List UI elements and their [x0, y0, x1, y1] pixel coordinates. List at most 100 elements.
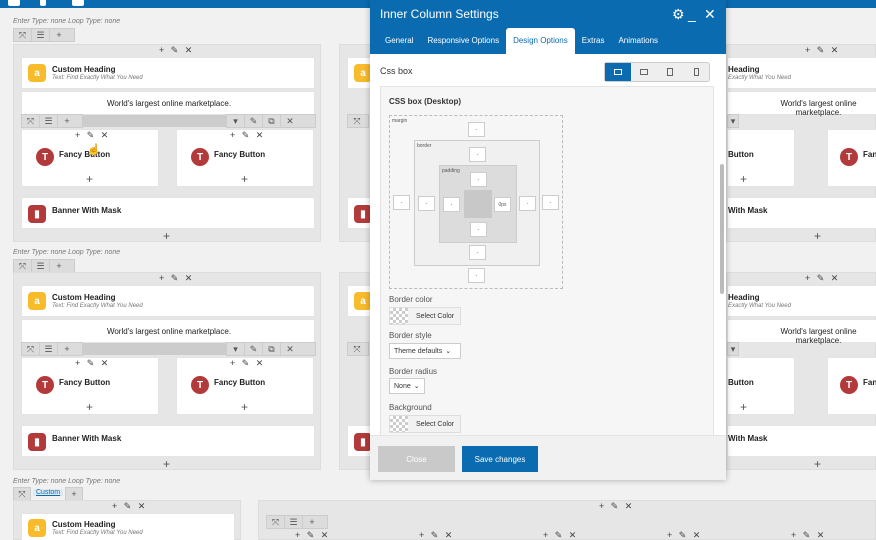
close-icon[interactable]: ✕ — [281, 115, 299, 127]
column-tools[interactable]: + ✎ ✕ — [112, 501, 147, 512]
gear-icon[interactable]: ⚙ — [672, 6, 685, 23]
inner-column[interactable]: T Fanc — [827, 129, 876, 187]
inner-column[interactable]: Button + — [727, 129, 795, 187]
add-icon[interactable]: + — [58, 115, 76, 127]
edit-icon[interactable]: ✎ — [245, 343, 263, 355]
column-tools[interactable]: + ✎ ✕ — [230, 358, 265, 369]
column-tools[interactable]: + ✎ ✕ — [543, 530, 578, 540]
move-icon[interactable]: ⤧ — [348, 115, 366, 127]
custom-heading-element[interactable]: Heading Exactly What You Need — [727, 57, 876, 89]
add-element-button[interactable]: + — [86, 400, 93, 414]
banner-element[interactable]: ▮ Banner With Mask — [21, 197, 315, 229]
modal-scrollbar[interactable] — [720, 164, 724, 294]
copy-icon[interactable]: ⧉ — [263, 343, 281, 355]
inner-row-controls[interactable]: ⤧ ☰ + — [21, 342, 83, 356]
tab-animations[interactable]: Animations — [611, 28, 665, 54]
border-style-select[interactable]: Theme defaults ⌄ — [389, 343, 461, 359]
tab-extras[interactable]: Extras — [575, 28, 612, 54]
padding-right-input[interactable]: 0px — [494, 197, 511, 212]
inner-row-actions[interactable]: ▾ ✎ ⧉ ✕ — [226, 342, 316, 356]
edit-icon[interactable]: ✎ — [245, 115, 263, 127]
layout-icon[interactable]: ☰ — [40, 343, 58, 355]
chevron-down-icon[interactable]: ▾ — [227, 343, 245, 355]
add-element-button[interactable]: + — [740, 172, 747, 186]
layout-icon[interactable] — [72, 0, 84, 6]
border-bottom-input[interactable]: - — [469, 245, 486, 260]
move-icon[interactable]: ⤧ — [14, 29, 32, 41]
inner-row-controls[interactable]: ⤧ ☰ + — [21, 114, 83, 128]
layout-icon[interactable]: ☰ — [40, 115, 58, 127]
inner-column[interactable]: + ✎ ✕ T Fancy Button + — [176, 129, 314, 187]
add-icon[interactable]: + — [50, 29, 68, 41]
close-icon[interactable]: ✕ — [704, 6, 716, 23]
layout-icon[interactable]: ☰ — [285, 516, 303, 528]
menu-icon[interactable] — [8, 0, 20, 6]
column-tools[interactable]: + ✎ ✕ — [75, 358, 110, 369]
inner-column[interactable]: + ✎ ✕ T Fancy Button + — [21, 129, 159, 187]
move-icon[interactable]: ⤧ — [348, 343, 366, 355]
add-icon[interactable]: + — [50, 260, 68, 272]
desktop-icon[interactable] — [605, 63, 631, 81]
column-tools[interactable]: + ✎ ✕ — [667, 530, 702, 540]
border-color-picker[interactable]: Select Color — [389, 307, 461, 325]
add-icon[interactable]: + — [303, 516, 321, 528]
add-element-button[interactable]: + — [740, 400, 747, 414]
move-icon[interactable]: ⤧ — [22, 343, 40, 355]
add-element-button[interactable]: + — [163, 229, 170, 243]
inner-row-controls[interactable]: ▾ — [727, 114, 739, 128]
border-top-input[interactable]: - — [469, 147, 486, 162]
add-element-button[interactable]: + — [241, 172, 248, 186]
banner-element[interactable]: With Mask — [727, 197, 876, 229]
add-element-button[interactable]: + — [86, 172, 93, 186]
tab-general[interactable]: General — [378, 28, 420, 54]
inner-column[interactable]: T Fanc — [827, 357, 876, 415]
inner-row-controls[interactable]: ⤧ — [347, 342, 369, 356]
add-icon[interactable]: + — [58, 343, 76, 355]
margin-right-input[interactable]: - — [542, 195, 559, 210]
add-icon[interactable] — [40, 0, 46, 6]
add-element-button[interactable]: + — [814, 229, 821, 243]
row-controls[interactable]: ⤧ — [13, 487, 31, 501]
mobile-icon[interactable] — [683, 63, 709, 81]
background-color-picker[interactable]: Select Color — [389, 415, 461, 433]
custom-heading-element[interactable]: a Custom Heading Text: Find Exactly What… — [21, 285, 315, 317]
tab-design-options[interactable]: Design Options — [506, 28, 575, 54]
padding-left-input[interactable]: - — [443, 197, 460, 212]
column-tools[interactable]: + ✎ ✕ — [159, 273, 194, 284]
row-controls[interactable]: ⤧ ☰ + — [13, 28, 75, 42]
add-element-button[interactable]: + — [814, 457, 821, 471]
minimize-icon[interactable]: _ — [688, 6, 696, 22]
margin-bottom-input[interactable]: - — [468, 268, 485, 283]
column-tools[interactable]: + ✎ ✕ — [75, 130, 110, 141]
column-tools[interactable]: + ✎ ✕ — [230, 130, 265, 141]
custom-layout-tag[interactable]: Custom — [33, 489, 64, 496]
padding-top-input[interactable]: - — [470, 172, 487, 187]
inner-row-actions[interactable]: ▾ ✎ ⧉ ✕ — [226, 114, 316, 128]
move-icon[interactable]: ⤧ — [14, 260, 32, 272]
tablet-portrait-icon[interactable] — [657, 63, 683, 81]
inner-row-controls[interactable]: ▾ — [727, 342, 739, 356]
column-tools[interactable]: + ✎ ✕ — [805, 45, 840, 56]
custom-heading-element[interactable]: a Custom Heading Text: Find Exactly What… — [21, 513, 235, 540]
close-icon[interactable]: ✕ — [281, 343, 299, 355]
tablet-landscape-icon[interactable] — [631, 63, 657, 81]
inner-column[interactable]: + ✎ ✕ T Fancy Button + — [176, 357, 314, 415]
column-tools[interactable]: + ✎ ✕ — [295, 530, 330, 540]
move-icon[interactable]: ⤧ — [22, 115, 40, 127]
layout-icon[interactable]: ☰ — [32, 260, 50, 272]
close-button[interactable]: Close — [378, 446, 455, 472]
inner-column[interactable]: Button + — [727, 357, 795, 415]
banner-element[interactable]: With Mask — [727, 425, 876, 457]
padding-bottom-input[interactable]: - — [470, 222, 487, 237]
add-element-button[interactable]: + — [163, 457, 170, 471]
inner-row-controls[interactable]: ⤧ — [347, 114, 369, 128]
text-block-element[interactable]: World's largest online marketplace. — [21, 91, 315, 115]
row-controls[interactable]: ⤧ ☰ + — [13, 259, 75, 273]
text-block-element[interactable]: World's largest online marketplace. — [727, 319, 876, 345]
add-element-button[interactable]: + — [241, 400, 248, 414]
text-block-element[interactable]: World's largest online marketplace. — [21, 319, 315, 343]
chevron-down-icon[interactable]: ▾ — [728, 343, 738, 355]
layout-icon[interactable]: ☰ — [32, 29, 50, 41]
inner-column[interactable]: + ✎ ✕ T Fancy Button + — [21, 357, 159, 415]
save-changes-button[interactable]: Save changes — [462, 446, 538, 472]
